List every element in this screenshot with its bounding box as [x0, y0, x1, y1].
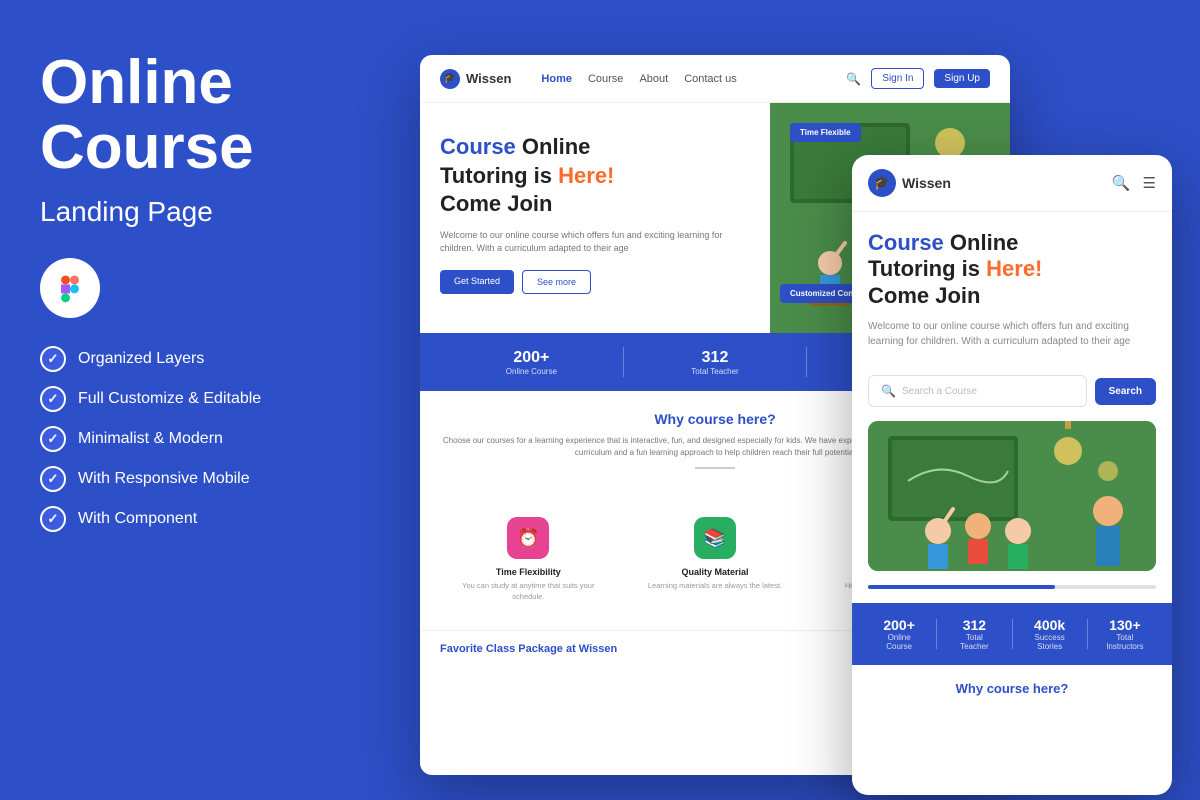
quality-material-icon: 📚 [694, 517, 736, 559]
stat-total-teacher: 312 Total Teacher [624, 349, 807, 376]
desktop-nav: 🎓 Wissen Home Course About Contact us 🔍 … [420, 55, 1010, 103]
mobile-nav-icons: 🔍 ☰ [1112, 174, 1156, 192]
mobile-stats-bar: 200+ Online Course 312 Total Teacher 400… [852, 603, 1172, 665]
mobile-stat-success-stories: 400k Success Stories [1013, 617, 1087, 651]
signin-button[interactable]: Sign In [871, 68, 924, 89]
check-icon [40, 346, 66, 372]
mobile-stat-online-course: 200+ Online Course [862, 617, 936, 651]
feature-item-minimalist: Minimalist & Modern [40, 426, 350, 452]
nav-logo: 🎓 Wissen [440, 69, 511, 89]
nav-right: 🔍 Sign In Sign Up [846, 68, 990, 89]
time-flexible-badge: Time Flexible [790, 123, 861, 142]
mobile-why-title: Why course here? [868, 681, 1156, 696]
mobile-classroom-image [868, 421, 1156, 571]
hero-description: Welcome to our online course which offer… [440, 229, 750, 256]
mobile-hero-heading: Course OnlineTutoring is Here! Come Join [868, 230, 1156, 309]
features-list: Organized Layers Full Customize & Editab… [40, 346, 350, 532]
see-more-button[interactable]: See more [522, 270, 591, 294]
mobile-progress-bar [868, 585, 1156, 589]
mobile-preview: 🎓 Wissen 🔍 ☰ Course OnlineTutoring is He… [852, 155, 1172, 795]
get-started-button[interactable]: Get Started [440, 270, 514, 294]
mobile-search-input[interactable]: 🔍 Search a Course [868, 375, 1087, 407]
stat-online-course: 200+ Online Course [440, 349, 623, 376]
hero-heading: Course OnlineTutoring is Here! Come Join [440, 133, 750, 219]
feature-card-time-flexibility: ⏰ Time Flexibility You can study at anyt… [440, 505, 617, 614]
time-flexibility-icon: ⏰ [507, 517, 549, 559]
nav-link-contact[interactable]: Contact us [684, 73, 737, 85]
mobile-classroom-background [868, 421, 1156, 571]
main-title: Online Course [40, 50, 350, 180]
quality-material-title: Quality Material [635, 567, 796, 577]
quality-material-desc: Learning materials are always the latest… [635, 581, 796, 592]
hero-left-content: Course OnlineTutoring is Here! Come Join… [420, 103, 770, 333]
mobile-stat-total-instructors: 130+ Total Instructors [1088, 617, 1162, 651]
mobile-hero: Course OnlineTutoring is Here! Come Join… [852, 212, 1172, 375]
mobile-nav: 🎓 Wissen 🔍 ☰ [852, 155, 1172, 212]
time-flexibility-desc: You can study at anytime that suits your… [448, 581, 609, 602]
mobile-hero-description: Welcome to our online course which offer… [868, 319, 1156, 349]
time-flexibility-title: Time Flexibility [448, 567, 609, 577]
nav-link-home[interactable]: Home [541, 73, 572, 85]
feature-item-responsive: With Responsive Mobile [40, 466, 350, 492]
nav-link-course[interactable]: Course [588, 73, 623, 85]
mobile-search-button[interactable]: Search [1095, 378, 1156, 405]
search-icon[interactable]: 🔍 [846, 72, 861, 86]
check-icon [40, 426, 66, 452]
section-divider [695, 467, 735, 469]
mobile-logo-hat-icon: 🎓 [868, 169, 896, 197]
check-icon [40, 386, 66, 412]
mobile-why-section: Why course here? [852, 665, 1172, 712]
mobile-search-icon[interactable]: 🔍 [1112, 174, 1131, 192]
figma-icon [40, 258, 100, 318]
check-icon [40, 466, 66, 492]
main-subtitle: Landing Page [40, 196, 350, 228]
feature-item-full-customize: Full Customize & Editable [40, 386, 350, 412]
signup-button[interactable]: Sign Up [934, 69, 990, 88]
hero-buttons: Get Started See more [440, 270, 750, 294]
nav-link-about[interactable]: About [639, 73, 668, 85]
mobile-search-bar: 🔍 Search a Course Search [868, 375, 1156, 407]
nav-links: Home Course About Contact us [541, 73, 736, 85]
check-icon [40, 506, 66, 532]
feature-item-organized-layers: Organized Layers [40, 346, 350, 372]
logo-hat-icon: 🎓 [440, 69, 460, 89]
left-panel: Online Course Landing Page Organized Lay… [0, 0, 390, 800]
mobile-progress-fill [868, 585, 1055, 589]
feature-card-quality-material: 📚 Quality Material Learning materials ar… [627, 505, 804, 614]
mobile-logo: 🎓 Wissen [868, 169, 951, 197]
feature-item-component: With Component [40, 506, 350, 532]
mobile-menu-icon[interactable]: ☰ [1143, 174, 1156, 192]
mobile-stat-total-teacher: 312 Total Teacher [937, 617, 1011, 651]
